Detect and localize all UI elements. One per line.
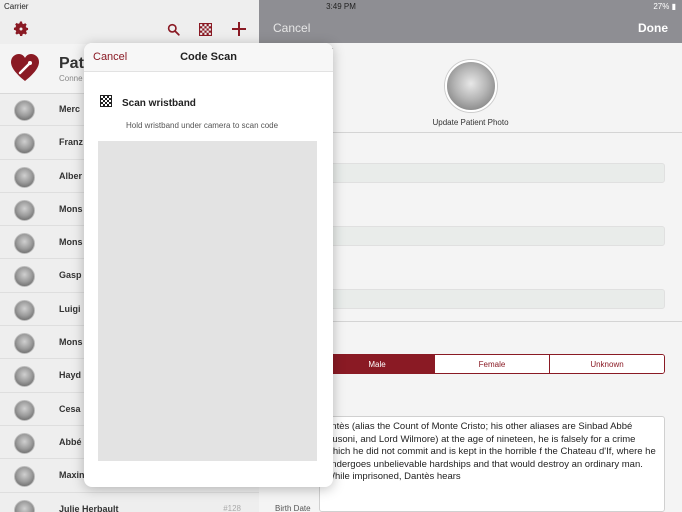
modal-header: Code Scan Cancel <box>84 43 333 72</box>
app-logo-heart-icon <box>10 53 40 83</box>
patient-name: Cesa <box>59 403 81 414</box>
avatar <box>14 133 35 155</box>
patient-photo[interactable] <box>445 60 497 112</box>
barcode-scan-icon <box>100 94 112 112</box>
patient-name: Abbé <box>59 436 82 447</box>
patient-number: #128 <box>223 503 241 512</box>
patient-name: Julie Herbault <box>59 503 119 512</box>
avatar <box>14 466 35 488</box>
gender-option-male[interactable]: Male <box>320 355 434 373</box>
avatar <box>14 166 35 188</box>
modal-cancel-button[interactable]: Cancel <box>93 51 127 63</box>
settings-gear-icon[interactable] <box>11 19 31 39</box>
status-bar: Carrier 3:49 PM 27% ▮ <box>0 0 682 14</box>
mrn-field[interactable] <box>319 289 665 309</box>
battery-icon: ▮ <box>671 2 676 11</box>
avatar <box>14 199 35 221</box>
avatar <box>14 100 35 121</box>
gender-option-unknown[interactable]: Unknown <box>549 355 664 373</box>
birth-date-label: Birth Date <box>275 504 311 512</box>
camera-preview <box>98 141 317 461</box>
patient-name: Maxin <box>59 470 85 481</box>
patient-name: Gasp <box>59 270 82 281</box>
search-icon[interactable] <box>164 20 182 38</box>
add-patient-icon[interactable] <box>229 19 249 39</box>
scan-hint: Hold wristband under camera to scan code <box>126 121 279 130</box>
last-name-field[interactable] <box>319 226 665 246</box>
patient-name: Mons <box>59 203 83 214</box>
clock: 3:49 PM <box>326 2 356 11</box>
scan-wristband-row[interactable]: Scan wristband <box>100 94 196 112</box>
avatar <box>14 399 35 421</box>
first-name-field[interactable] <box>319 163 665 183</box>
avatar <box>14 432 35 454</box>
avatar <box>14 233 35 255</box>
sidebar-subtitle: Conne <box>59 74 83 83</box>
code-scan-modal: Code Scan Cancel Scan wristband Hold wri… <box>84 43 333 487</box>
battery-percent: 27% <box>653 2 670 11</box>
patient-row[interactable]: Julie Herbault #128 <box>0 493 259 512</box>
avatar <box>14 266 35 288</box>
scan-wristband-label: Scan wristband <box>122 97 196 109</box>
patient-name: Hayd <box>59 370 82 381</box>
detail-cancel-button[interactable]: Cancel <box>273 21 310 35</box>
patient-name: Alber <box>59 170 83 181</box>
sidebar-title: Pat <box>59 55 84 72</box>
avatar <box>14 299 35 321</box>
battery-indicator: 27% ▮ <box>653 2 676 11</box>
patient-name: Merc <box>59 104 81 114</box>
patient-name: Mons <box>59 337 83 348</box>
avatar <box>14 333 35 355</box>
avatar <box>14 499 35 512</box>
detail-done-button[interactable]: Done <box>638 21 668 35</box>
gender-option-female[interactable]: Female <box>434 355 549 373</box>
sidebar-toolbar <box>0 14 259 44</box>
bio-textarea[interactable]: antès (alias the Count of Monte Cristo; … <box>319 416 665 512</box>
barcode-scan-icon[interactable] <box>196 20 214 38</box>
gender-segmented-control: Male Female Unknown <box>319 354 665 374</box>
avatar <box>14 366 35 388</box>
patient-name: Luigi <box>59 303 81 314</box>
patient-name: Franz <box>59 137 84 148</box>
patient-name: Mons <box>59 237 83 248</box>
